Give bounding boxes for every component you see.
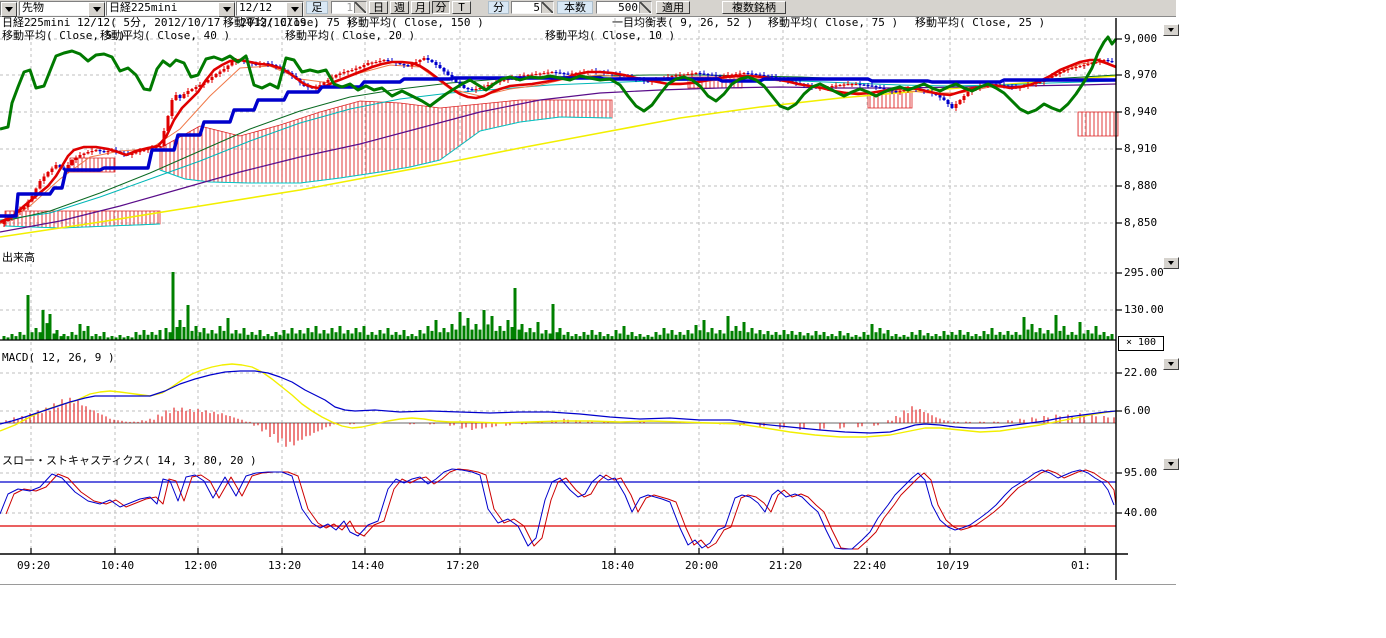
apply-button[interactable]: 適用: [656, 1, 690, 14]
spin-button-icon[interactable]: [541, 2, 553, 13]
screen: { "toolbar": { "clipped_combo": "", "com…: [0, 0, 1386, 638]
chevron-down-icon: [1168, 28, 1174, 32]
axis-tick-label: 8,940: [1124, 106, 1157, 118]
time-tick-label: 18:40: [601, 560, 634, 572]
volume-bars: [0, 272, 1116, 340]
axis-tick-label: 40.00: [1124, 507, 1157, 519]
panel-dropdown-button[interactable]: [1163, 257, 1179, 269]
period-button-1[interactable]: 日: [369, 1, 388, 14]
time-tick-label: 12:00: [184, 560, 217, 572]
chevron-down-icon: [1168, 261, 1174, 265]
multi-symbol-button[interactable]: 複数銘柄: [722, 1, 786, 14]
category-combobox[interactable]: 先物: [19, 1, 106, 16]
category-value: 先物: [20, 2, 88, 15]
chevron-down-icon[interactable]: [286, 2, 303, 17]
panel-dropdown-button[interactable]: [1163, 358, 1179, 370]
bars-count-label: 本数: [557, 1, 593, 14]
legend-item: 一目均衡表( 9, 26, 52 ): [612, 17, 753, 29]
chevron-down-icon[interactable]: [218, 2, 235, 17]
minute-value: 5: [512, 2, 541, 13]
time-tick-label: 21:20: [769, 560, 802, 572]
chevron-down-icon: [1168, 462, 1174, 466]
stochastics-panel: [0, 469, 1116, 549]
time-tick-label: 22:40: [853, 560, 886, 572]
axis-tick-label: 295.00: [1124, 267, 1164, 279]
legend-item: 移動平均( Close, 75 ): [768, 17, 898, 29]
period-button-5[interactable]: T: [452, 1, 471, 14]
axis-tick-label: 9,000: [1124, 33, 1157, 45]
chart-plot-svg[interactable]: [0, 0, 1176, 586]
axis-tick-label: 8,970: [1124, 69, 1157, 81]
legend-item: 移動平均( Close, 40 ): [100, 30, 230, 42]
window-bottom-edge: [0, 584, 1176, 585]
axis-tick-label: 8,880: [1124, 180, 1157, 192]
legend-item: 移動平均( Close, 25 ): [915, 17, 1045, 29]
time-tick-label: 17:20: [446, 560, 479, 572]
symbol-value: 日経225mini: [107, 2, 218, 15]
chevron-down-icon[interactable]: [1, 2, 17, 17]
axis-tick-label: 130.00: [1124, 304, 1164, 316]
time-tick-label: 20:00: [685, 560, 718, 572]
time-tick-label: 01:: [1071, 560, 1091, 572]
period-button-2[interactable]: 週: [390, 1, 409, 14]
axis-tick-label: 8,850: [1124, 217, 1157, 229]
time-tick-label: 09:20: [17, 560, 50, 572]
legend-item: 移動平均( Close, 75 ): [223, 17, 353, 29]
contract-value: 12/12: [237, 2, 286, 15]
contract-combobox[interactable]: 12/12: [236, 1, 304, 16]
interval-value: 1: [332, 2, 354, 13]
time-tick-label: 10/19: [936, 560, 969, 572]
axis-tick-label: 22.00: [1124, 367, 1157, 379]
legend-item: 移動平均( Close, 20 ): [285, 30, 415, 42]
axis-tick-label: 6.00: [1124, 405, 1151, 417]
spin-button-icon[interactable]: [639, 2, 651, 13]
legend-item: 移動平均( Close, 150 ): [347, 17, 484, 29]
legend-item: 移動平均( Close, 10 ): [545, 30, 675, 42]
volume-panel-label: 出来高: [2, 252, 35, 264]
spin-button-icon[interactable]: [354, 2, 366, 13]
axis-tick-label: 8,910: [1124, 143, 1157, 155]
chevron-down-icon: [1168, 362, 1174, 366]
interval-spinner[interactable]: 1: [331, 1, 367, 14]
toolbar: 先物 日経225mini 12/12 足 1 日週月分T 分 5 本数 500 …: [0, 0, 1176, 17]
period-button-4[interactable]: 分: [432, 1, 450, 14]
time-tick-label: 13:20: [268, 560, 301, 572]
bars-count-spinner[interactable]: 500: [596, 1, 652, 14]
chart-application-window: 先物 日経225mini 12/12 足 1 日週月分T 分 5 本数 500 …: [0, 0, 1176, 586]
panel-dropdown-button[interactable]: [1163, 458, 1179, 470]
symbol-combobox[interactable]: 日経225mini: [106, 1, 236, 16]
bar-type-label: 足: [306, 1, 328, 14]
chart-canvas[interactable]: 日経225mini 12/12( 5分, 2012/10/17 - 2012/1…: [0, 0, 1176, 586]
chevron-down-icon[interactable]: [88, 2, 105, 17]
time-tick-label: 14:40: [351, 560, 384, 572]
period-button-3[interactable]: 月: [411, 1, 430, 14]
time-tick-label: 10:40: [101, 560, 134, 572]
axis-tick-label: 95.00: [1124, 467, 1157, 479]
clipped-combo-dropdown[interactable]: [0, 1, 18, 16]
minute-spinner[interactable]: 5: [511, 1, 554, 14]
panel-dropdown-button[interactable]: [1163, 24, 1179, 36]
macd-panel: [0, 364, 1116, 447]
stochastics-panel-label: スロー・ストキャスティクス( 14, 3, 80, 20 ): [2, 455, 257, 467]
volume-multiplier-badge: × 100: [1118, 336, 1164, 351]
bars-count-value: 500: [597, 2, 639, 13]
minute-label: 分: [488, 1, 509, 14]
macd-panel-label: MACD( 12, 26, 9 ): [2, 352, 115, 364]
